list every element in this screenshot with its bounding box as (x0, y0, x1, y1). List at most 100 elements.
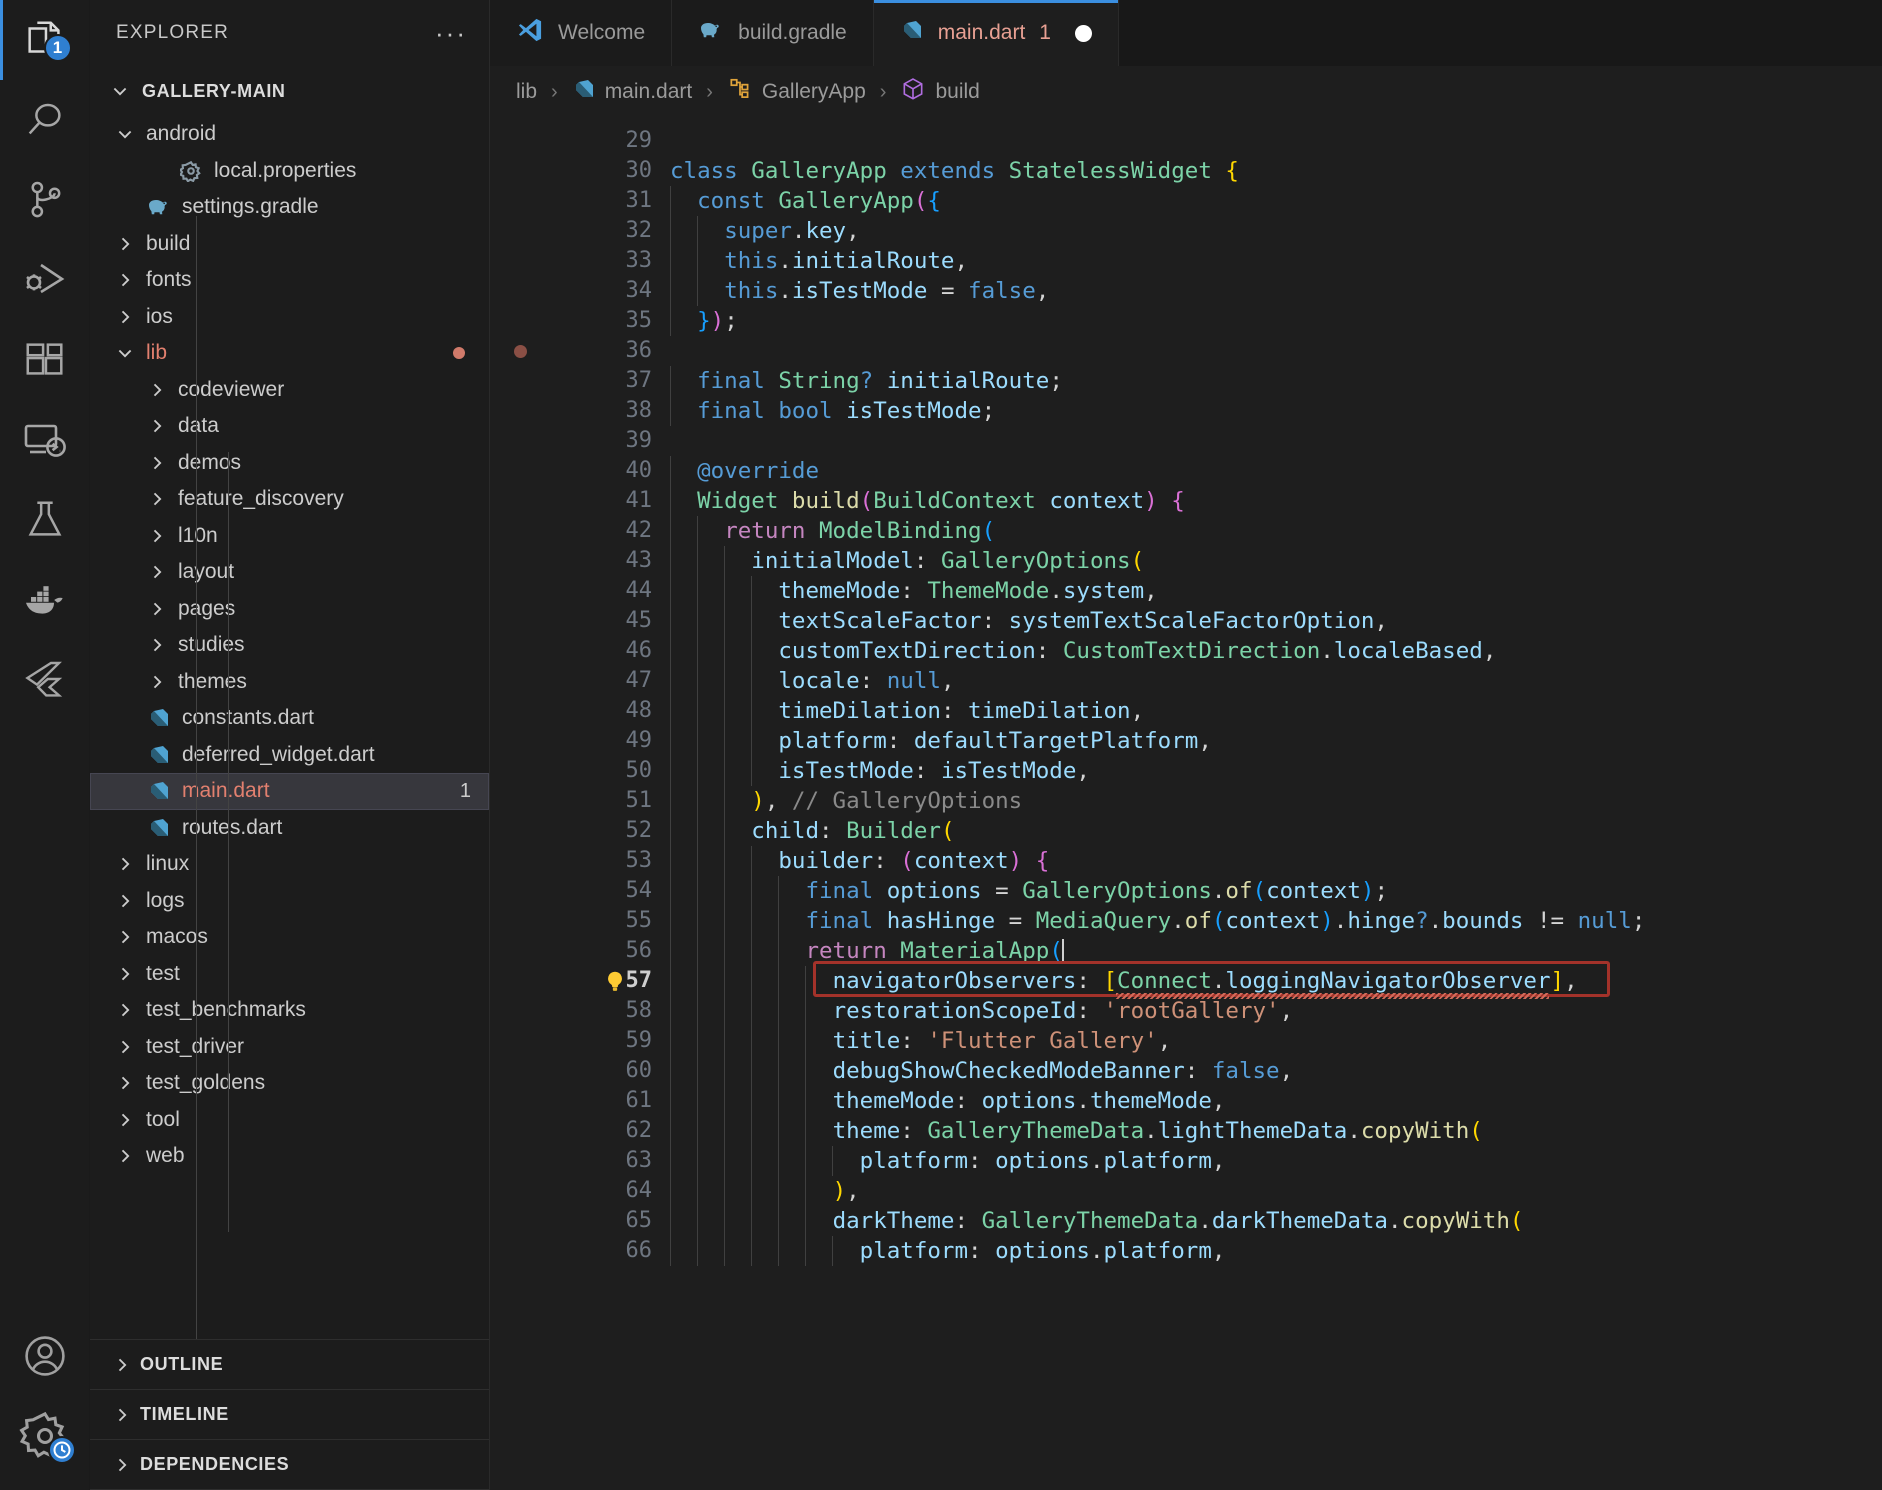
code-line[interactable]: builder: (context) { (670, 846, 1882, 876)
code-line[interactable]: Widget build(BuildContext context) { (670, 486, 1882, 516)
activity-item-extensions[interactable] (0, 320, 90, 400)
breakpoint-icon[interactable] (514, 345, 527, 358)
more-actions-icon[interactable]: ··· (435, 20, 467, 46)
editor-tab-welcome[interactable]: Welcome (490, 0, 673, 66)
code-line[interactable]: ), // GalleryOptions (670, 786, 1882, 816)
tree-item-test-goldens[interactable]: test_goldens (90, 1065, 489, 1102)
tree-item-layout[interactable]: layout (90, 554, 489, 591)
tree-item-l10n[interactable]: l10n (90, 518, 489, 555)
tree-item-constants-dart[interactable]: constants.dart (90, 700, 489, 737)
tree-item-android[interactable]: android (90, 116, 489, 153)
code-line[interactable]: themeMode: ThemeMode.system, (670, 576, 1882, 606)
tree-item-pages[interactable]: pages (90, 591, 489, 628)
code-line[interactable] (670, 426, 1882, 456)
activity-item-docker[interactable] (0, 560, 90, 640)
tree-item-web[interactable]: web (90, 1138, 489, 1175)
activity-item-run-and-debug[interactable] (0, 240, 90, 320)
code-line[interactable]: platform: defaultTargetPlatform, (670, 726, 1882, 756)
code-line[interactable]: const GalleryApp({ (670, 186, 1882, 216)
tree-item-tool[interactable]: tool (90, 1102, 489, 1139)
code-line[interactable]: this.initialRoute, (670, 246, 1882, 276)
editor-tab-build-gradle[interactable]: build.gradle (672, 0, 874, 66)
activity-item-manage-settings[interactable] (0, 1396, 90, 1476)
code-line[interactable]: debugShowCheckedModeBanner: false, (670, 1056, 1882, 1086)
activity-item-testing[interactable] (0, 480, 90, 560)
tree-item-data[interactable]: data (90, 408, 489, 445)
code-line[interactable]: return ModelBinding( (670, 516, 1882, 546)
activity-item-source-control[interactable] (0, 160, 90, 240)
tree-item-label: themes (178, 669, 247, 693)
code-line[interactable]: class GalleryApp extends StatelessWidget… (670, 156, 1882, 186)
code-line[interactable]: title: 'Flutter Gallery', (670, 1026, 1882, 1056)
code-line[interactable]: themeMode: options.themeMode, (670, 1086, 1882, 1116)
tree-item-studies[interactable]: studies (90, 627, 489, 664)
code-line[interactable] (670, 126, 1882, 156)
tree-item-fonts[interactable]: fonts (90, 262, 489, 299)
code-line[interactable]: initialModel: GalleryOptions( (670, 546, 1882, 576)
code-line[interactable]: theme: GalleryThemeData.lightThemeData.c… (670, 1116, 1882, 1146)
activity-item-remote-explorer[interactable] (0, 400, 90, 480)
breadcrumb-item-lib[interactable]: lib (516, 80, 537, 104)
code-line[interactable] (670, 336, 1882, 366)
tree-item-demos[interactable]: demos (90, 445, 489, 482)
tree-item-routes-dart[interactable]: routes.dart (90, 810, 489, 847)
breadcrumb-item-build[interactable]: build (900, 76, 980, 108)
code-line[interactable]: final String? initialRoute; (670, 366, 1882, 396)
breadcrumb-item-main-dart[interactable]: main.dart (572, 77, 692, 107)
tree-item-macos[interactable]: macos (90, 919, 489, 956)
tab-label: build.gradle (738, 21, 847, 44)
tree-item-test-benchmarks[interactable]: test_benchmarks (90, 992, 489, 1029)
code-line[interactable]: textScaleFactor: systemTextScaleFactorOp… (670, 606, 1882, 636)
code-line[interactable]: platform: options.platform, (670, 1146, 1882, 1176)
code-line[interactable]: @override (670, 456, 1882, 486)
file-tree[interactable]: android local.properties settings.gradle bu… (90, 116, 489, 1339)
tree-item-logs[interactable]: logs (90, 883, 489, 920)
sidebar-section-dependencies[interactable]: DEPENDENCIES (90, 1440, 489, 1490)
tab-dirty-indicator[interactable] (1074, 24, 1092, 42)
activity-item-flutter[interactable] (0, 640, 90, 720)
tree-item-main-dart[interactable]: main.dart 1 (90, 773, 489, 810)
sidebar-section-outline[interactable]: OUTLINE (90, 1340, 489, 1390)
code-line[interactable]: final options = GalleryOptions.of(contex… (670, 876, 1882, 906)
activity-item-explorer[interactable]: 1 (0, 0, 90, 80)
tree-item-build[interactable]: build (90, 226, 489, 263)
code-line[interactable]: restorationScopeId: 'rootGallery', (670, 996, 1882, 1026)
code-line[interactable]: final hasHinge = MediaQuery.of(context).… (670, 906, 1882, 936)
indent-guide-1 (196, 216, 197, 1339)
tree-item-codeviewer[interactable]: codeviewer (90, 372, 489, 409)
breadcrumb-item-galleryapp[interactable]: GalleryApp (727, 76, 866, 108)
code-line[interactable]: }); (670, 306, 1882, 336)
tree-item-deferred-widget-dart[interactable]: deferred_widget.dart (90, 737, 489, 774)
tree-item-linux[interactable]: linux (90, 846, 489, 883)
code-line[interactable]: platform: options.platform, (670, 1236, 1882, 1266)
code-line[interactable]: locale: null, (670, 666, 1882, 696)
tree-item-local-properties[interactable]: local.properties (90, 153, 489, 190)
tree-item-feature-discovery[interactable]: feature_discovery (90, 481, 489, 518)
code-line[interactable]: child: Builder( (670, 816, 1882, 846)
activity-item-accounts[interactable] (0, 1316, 90, 1396)
code-content[interactable]: class GalleryApp extends StatelessWidget… (670, 118, 1882, 1490)
code-line-error[interactable]: navigatorObservers: [Connect.loggingNavi… (670, 966, 1882, 996)
code-line[interactable]: isTestMode: isTestMode, (670, 756, 1882, 786)
workspace-section-header[interactable]: GALLERY-MAIN (90, 66, 489, 116)
tree-item-lib[interactable]: lib (90, 335, 489, 372)
activity-item-search[interactable] (0, 80, 90, 160)
code-line[interactable]: timeDilation: timeDilation, (670, 696, 1882, 726)
tree-item-test-driver[interactable]: test_driver (90, 1029, 489, 1066)
code-line[interactable]: darkTheme: GalleryThemeData.darkThemeDat… (670, 1206, 1882, 1236)
tree-item-settings-gradle[interactable]: settings.gradle (90, 189, 489, 226)
indent-guide (805, 1206, 807, 1236)
code-editor[interactable]: 29 30 31 32 33 34 35 36 37 38 39 40 41 42 43 44 45 46 47 48… (490, 118, 1882, 1490)
code-line[interactable]: ), (670, 1176, 1882, 1206)
code-line[interactable]: this.isTestMode = false, (670, 276, 1882, 306)
code-line[interactable]: final bool isTestMode; (670, 396, 1882, 426)
tree-item-themes[interactable]: themes (90, 664, 489, 701)
sidebar-section-timeline[interactable]: TIMELINE (90, 1390, 489, 1440)
code-line[interactable]: super.key, (670, 216, 1882, 246)
editor-tab-main-dart[interactable]: main.dart 1 (873, 0, 1119, 66)
line-number: 64 (625, 1178, 653, 1203)
code-line[interactable]: customTextDirection: CustomTextDirection… (670, 636, 1882, 666)
tree-item-test[interactable]: test (90, 956, 489, 993)
code-line[interactable]: return MaterialApp( (670, 936, 1882, 966)
tree-item-ios[interactable]: ios (90, 299, 489, 336)
